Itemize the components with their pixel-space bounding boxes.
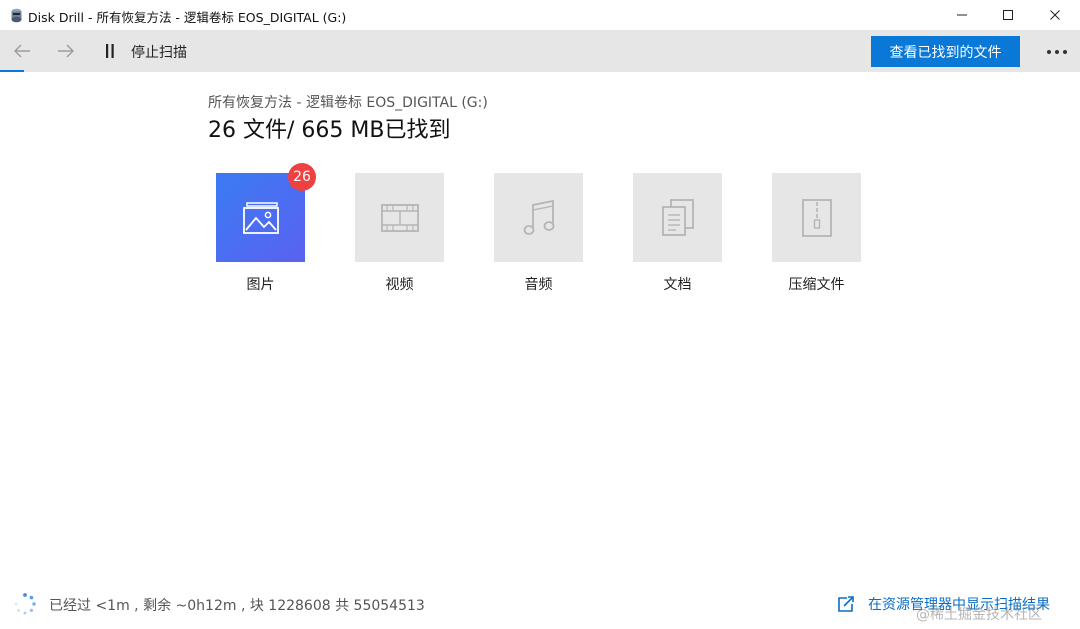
archive-zip-icon <box>801 198 832 237</box>
minimize-button[interactable] <box>939 0 985 30</box>
close-button[interactable] <box>1032 0 1078 30</box>
category-tile[interactable] <box>494 173 583 262</box>
category-label: 图片 <box>246 277 275 293</box>
scan-status-text: 已经过 <1m , 剩余 ~0h12m , 块 1228608 共 550545… <box>49 598 425 614</box>
category-tile[interactable] <box>633 173 722 262</box>
arrow-right-icon <box>58 44 74 58</box>
category-label: 视频 <box>385 277 414 293</box>
music-note-icon <box>523 199 554 235</box>
maximize-button[interactable] <box>985 0 1031 30</box>
title-bar: Disk Drill - 所有恢复方法 - 逻辑卷标 EOS_DIGITAL (… <box>0 0 1080 30</box>
open-external-icon <box>838 596 854 612</box>
category-videos[interactable]: 视频 <box>355 173 445 293</box>
documents-icon <box>661 198 694 236</box>
category-label: 音频 <box>524 277 553 293</box>
toolbar-progress-accent <box>0 70 24 72</box>
disk-drill-window: Disk Drill - 所有恢复方法 - 逻辑卷标 EOS_DIGITAL (… <box>0 0 1080 629</box>
forward-button[interactable] <box>52 30 80 72</box>
more-dots-icon <box>1047 49 1067 54</box>
pictures-count-badge: 26 <box>288 163 316 191</box>
scan-path: 所有恢复方法 - 逻辑卷标 EOS_DIGITAL (G:) <box>208 95 488 111</box>
back-button[interactable] <box>8 30 36 72</box>
arrow-left-icon <box>14 44 30 58</box>
view-found-files-button[interactable]: 查看已找到的文件 <box>871 36 1020 67</box>
scan-summary: 26 文件/ 665 MB已找到 <box>208 118 451 143</box>
more-options-button[interactable] <box>1040 36 1074 67</box>
category-audio[interactable]: 音频 <box>494 173 584 293</box>
minimize-icon <box>957 14 967 16</box>
category-archives[interactable]: 压缩文件 <box>772 173 862 293</box>
window-title: Disk Drill - 所有恢复方法 - 逻辑卷标 EOS_DIGITAL (… <box>28 10 347 25</box>
toolbar: 停止扫描 查看已找到的文件 <box>0 30 1080 72</box>
category-tile[interactable] <box>355 173 444 262</box>
disk-drill-app-icon <box>11 8 22 23</box>
category-pictures[interactable]: 26 图片 <box>216 163 316 293</box>
maximize-icon <box>1003 10 1013 20</box>
category-label: 文档 <box>663 277 692 293</box>
category-label: 压缩文件 <box>788 277 845 293</box>
pause-scan-label[interactable]: 停止扫描 <box>131 42 187 62</box>
image-icon <box>242 201 279 234</box>
pause-scan-button[interactable] <box>100 30 120 72</box>
watermark-text: @稀土掘金技术社区 <box>916 607 1042 623</box>
close-icon <box>1050 10 1060 20</box>
pause-icon <box>106 44 114 58</box>
loading-spinner-icon <box>14 593 36 615</box>
category-tile[interactable]: 26 <box>216 163 316 262</box>
category-documents[interactable]: 文档 <box>633 173 723 293</box>
category-tile[interactable] <box>772 173 861 262</box>
film-icon <box>380 203 419 232</box>
